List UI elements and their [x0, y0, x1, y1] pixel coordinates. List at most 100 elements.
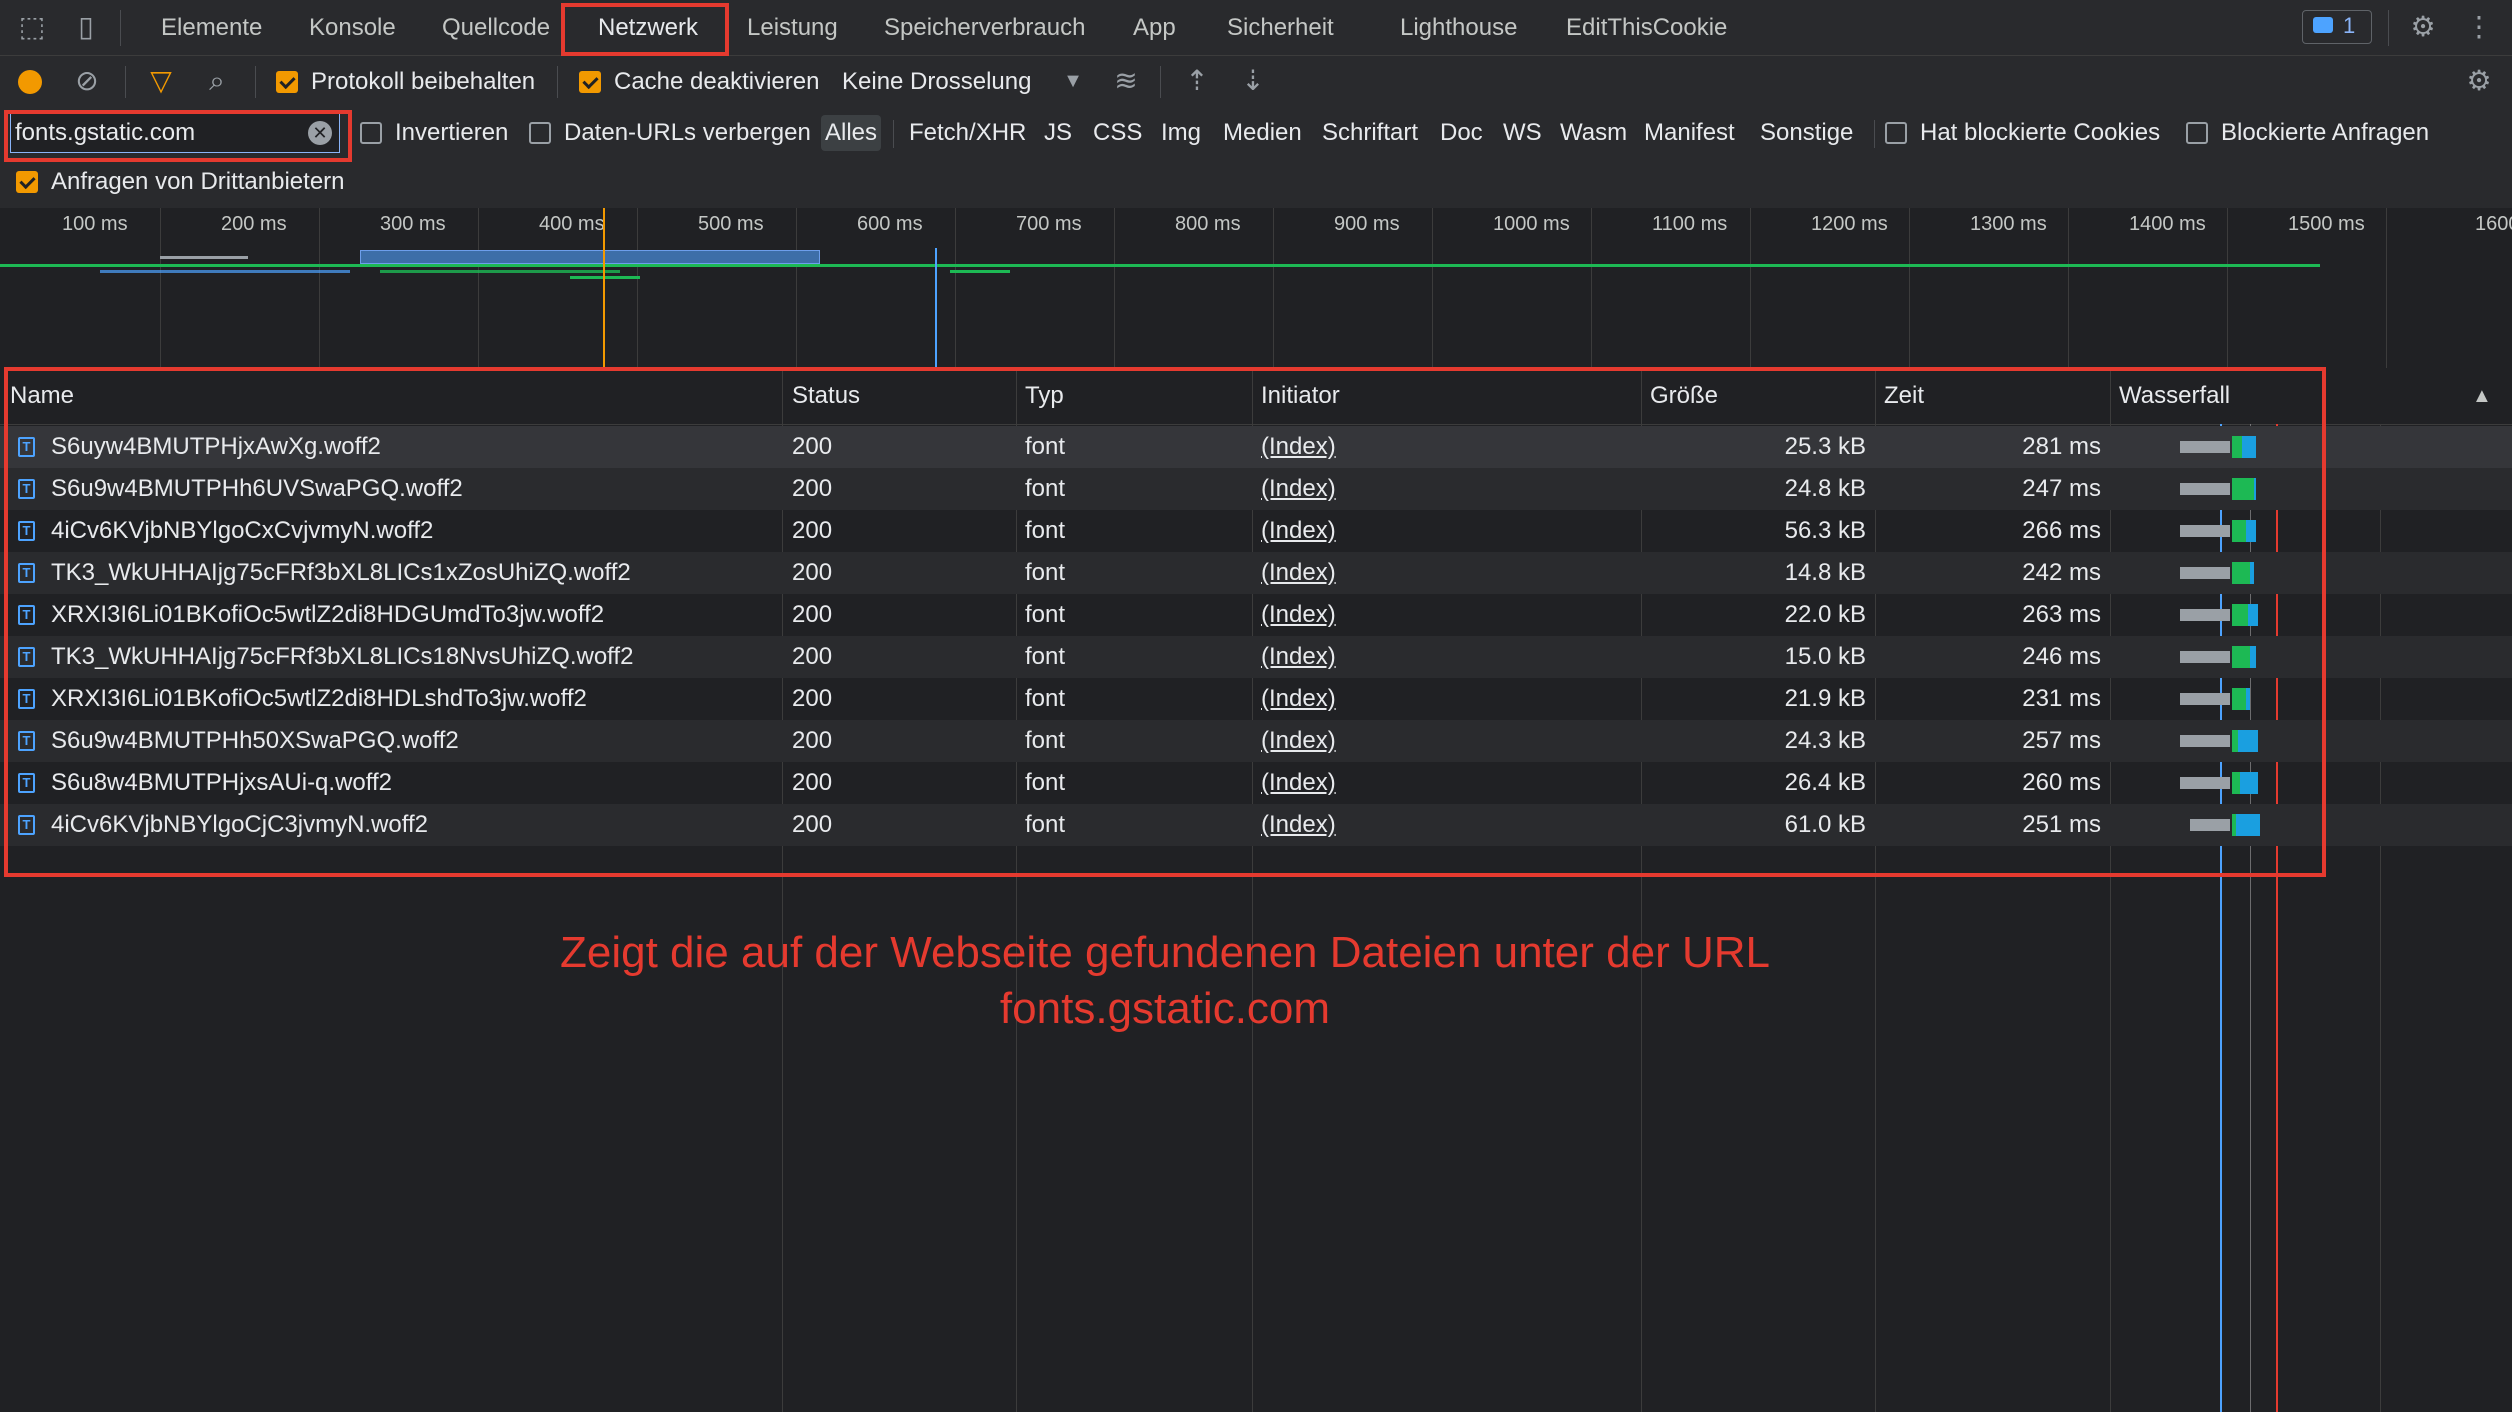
invert-checkbox[interactable] [360, 122, 382, 144]
request-status: 200 [792, 559, 833, 586]
timeline-tick-line [1273, 208, 1274, 368]
request-status: 200 [792, 643, 833, 670]
type-filter-media[interactable]: Medien [1219, 115, 1306, 151]
inspect-element-icon[interactable]: ⬚ [16, 12, 48, 42]
blocked-requests-checkbox[interactable] [2186, 122, 2208, 144]
third-party-checkbox[interactable] [16, 171, 38, 193]
tab-elements[interactable]: Elemente [161, 0, 262, 55]
blocked-requests-label: Blockierte Anfragen [2221, 119, 2430, 146]
tab-console[interactable]: Konsole [309, 0, 396, 55]
request-initiator-link[interactable]: (Index) [1261, 636, 1336, 678]
filter-input[interactable]: fonts.gstatic.com ✕ [10, 113, 340, 153]
type-filter-font[interactable]: Schriftart [1318, 115, 1422, 151]
request-initiator-link[interactable]: (Index) [1261, 510, 1336, 552]
search-icon[interactable]: ⌕ [200, 66, 234, 96]
request-status: 200 [792, 769, 833, 796]
type-filter-other[interactable]: Sonstige [1756, 115, 1857, 151]
table-row[interactable]: T 4iCv6KVjbNBYlgoCxCvjvmyN.woff2 200 font (I… [0, 510, 2512, 552]
table-row[interactable]: T S6u8w4BMUTPHjxsAUi-q.woff2 200 font (Index… [0, 762, 2512, 804]
tab-sources[interactable]: Quellcode [442, 0, 550, 55]
timeline-tick-line [796, 208, 797, 368]
tab-lighthouse[interactable]: Lighthouse [1400, 0, 1517, 55]
timeline-tick-label: 200 ms [221, 213, 287, 235]
request-initiator-link[interactable]: (Index) [1261, 426, 1336, 468]
blocked-cookies-checkbox[interactable] [1885, 122, 1907, 144]
request-initiator-link[interactable]: (Index) [1261, 594, 1336, 636]
table-row[interactable]: T TK3_WkUHHAIjg75cFRf3bXL8LICs18NvsUhiZQ.… [0, 636, 2512, 678]
settings-gear-icon[interactable]: ⚙ [2406, 12, 2440, 42]
column-header-initiator[interactable]: Initiator [1261, 368, 1340, 424]
tab-application[interactable]: App [1133, 0, 1176, 55]
type-filter-fetch-xhr[interactable]: Fetch/XHR [905, 115, 1030, 151]
chevron-down-icon[interactable]: ▼ [1058, 66, 1088, 96]
issues-button[interactable]: 1 [2302, 10, 2372, 44]
timeline-tick-label: 900 ms [1334, 213, 1400, 235]
table-row[interactable]: T 4iCv6KVjbNBYlgoCjC3jvmyN.woff2 200 font (I… [0, 804, 2512, 846]
waterfall-queue-bar [2180, 693, 2230, 705]
tab-memory[interactable]: Speicherverbrauch [884, 0, 1085, 55]
table-row[interactable]: T XRXI3I6Li01BKofiOc5wtlZ2di8HDLshdTo3jw.… [0, 678, 2512, 720]
type-filter-wasm[interactable]: Wasm [1556, 115, 1631, 151]
hide-data-urls-checkbox[interactable] [529, 122, 551, 144]
table-row[interactable]: T S6uyw4BMUTPHjxAwXg.woff2 200 font (Index) 2… [0, 426, 2512, 468]
type-filter-ws[interactable]: WS [1499, 115, 1546, 151]
chat-icon [2313, 17, 2333, 33]
disable-cache-checkbox[interactable] [579, 71, 601, 93]
table-row[interactable]: T XRXI3I6Li01BKofiOc5wtlZ2di8HDGUmdTo3jw.… [0, 594, 2512, 636]
request-time: 257 ms [2022, 727, 2101, 754]
table-row[interactable]: T S6u9w4BMUTPHh50XSwaPGQ.woff2 200 font (Ind… [0, 720, 2512, 762]
table-row[interactable]: T TK3_WkUHHAIjg75cFRf3bXL8LICs1xZosUhiZQ.… [0, 552, 2512, 594]
column-header-size[interactable]: Größe [1650, 368, 1718, 424]
invert-label: Invertieren [395, 119, 509, 146]
tab-performance[interactable]: Leistung [747, 0, 838, 55]
timeline-tick-label: 500 ms [698, 213, 764, 235]
column-header-time[interactable]: Zeit [1884, 368, 1924, 424]
export-har-icon[interactable]: ⇣ [1236, 66, 1270, 96]
tab-network[interactable]: Netzwerk [598, 0, 699, 55]
type-filter-doc[interactable]: Doc [1436, 115, 1487, 151]
request-initiator-link[interactable]: (Index) [1261, 804, 1336, 846]
import-har-icon[interactable]: ⇡ [1180, 66, 1214, 96]
request-type: font [1025, 475, 1066, 502]
type-filter-manifest[interactable]: Manifest [1640, 115, 1739, 151]
network-conditions-icon[interactable]: ≋ [1106, 66, 1146, 96]
request-initiator-link[interactable]: (Index) [1261, 552, 1336, 594]
request-size: 56.3 kB [1784, 517, 1866, 544]
request-type: font [1025, 601, 1066, 628]
tab-security[interactable]: Sicherheit [1227, 0, 1334, 55]
preserve-log-checkbox[interactable] [276, 71, 298, 93]
table-row[interactable]: T S6u9w4BMUTPHh6UVSwaPGQ.woff2 200 font (Ind… [0, 468, 2512, 510]
sort-ascending-icon[interactable]: ▲ [2472, 368, 2492, 424]
more-options-icon[interactable]: ⋮ [2462, 12, 2496, 42]
record-button[interactable] [18, 70, 42, 94]
request-name: XRXI3I6Li01BKofiOc5wtlZ2di8HDLshdTo3jw.w… [51, 685, 587, 712]
font-file-icon: T [18, 773, 35, 793]
clear-filter-icon[interactable]: ✕ [308, 121, 332, 145]
request-time: 246 ms [2022, 643, 2101, 670]
column-header-name[interactable]: Name [10, 368, 74, 424]
timeline-tick-line [637, 208, 638, 368]
filter-icon[interactable]: ▽ [144, 66, 178, 96]
type-filter-img[interactable]: Img [1157, 115, 1205, 151]
column-header-waterfall[interactable]: Wasserfall [2119, 368, 2230, 424]
request-name: TK3_WkUHHAIjg75cFRf3bXL8LICs1xZosUhiZQ.w… [51, 559, 631, 586]
waterfall-wait-bar [2232, 562, 2250, 584]
request-initiator-link[interactable]: (Index) [1261, 678, 1336, 720]
request-initiator-link[interactable]: (Index) [1261, 720, 1336, 762]
type-filter-js[interactable]: JS [1040, 115, 1076, 151]
waterfall-download-bar [2248, 604, 2258, 626]
type-filter-all[interactable]: Alles [821, 115, 882, 151]
request-time: 281 ms [2022, 433, 2101, 460]
font-file-icon: T [18, 521, 35, 541]
tab-editthiscookie[interactable]: EditThisCookie [1566, 0, 1727, 55]
device-toolbar-icon[interactable]: ▯ [70, 12, 102, 42]
column-header-status[interactable]: Status [792, 368, 860, 424]
clear-icon[interactable]: ⊘ [70, 66, 104, 96]
network-settings-gear-icon[interactable]: ⚙ [2462, 66, 2496, 96]
type-filter-css[interactable]: CSS [1089, 115, 1146, 151]
column-header-type[interactable]: Typ [1025, 368, 1064, 424]
request-initiator-link[interactable]: (Index) [1261, 762, 1336, 804]
throttling-select[interactable]: Keine Drosselung [842, 67, 1031, 97]
font-file-icon: T [18, 479, 35, 499]
request-initiator-link[interactable]: (Index) [1261, 468, 1336, 510]
